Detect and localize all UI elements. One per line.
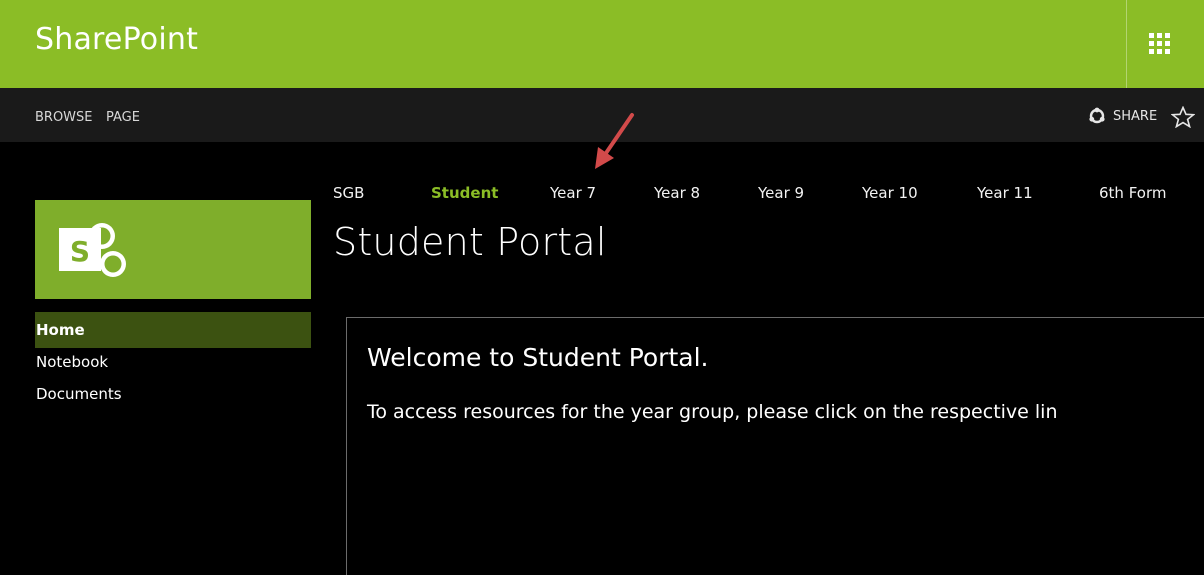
share-icon [1089, 107, 1105, 124]
left-nav-item-notebook[interactable]: Notebook [35, 344, 311, 380]
top-nav-year-7[interactable]: Year 7 [550, 184, 596, 202]
left-nav-label-notebook: Notebook [36, 353, 109, 371]
annotation-arrow-icon [595, 113, 634, 169]
top-nav-6th-form[interactable]: 6th Form [1099, 184, 1167, 202]
app-launcher-button[interactable] [1126, 0, 1204, 88]
page-title[interactable]: Student Portal [333, 220, 607, 264]
ribbon-tab-browse[interactable]: BROWSE [35, 110, 93, 125]
top-nav-year-10[interactable]: Year 10 [862, 184, 918, 202]
svg-text:S: S [70, 235, 90, 268]
page-body: S SGB Student Year 7 Year 8 Year 9 Year … [0, 142, 1204, 575]
content-web-part: Welcome to Student Portal. To access res… [346, 317, 1204, 575]
top-nav-year-9[interactable]: Year 9 [758, 184, 804, 202]
left-nav-item-home[interactable]: Home [35, 312, 311, 348]
top-nav-student[interactable]: Student [431, 184, 498, 202]
follow-button[interactable] [1170, 105, 1196, 132]
site-logo[interactable]: S [35, 200, 311, 299]
waffle-grid-icon [1149, 33, 1170, 54]
top-nav-sgb[interactable]: SGB [333, 184, 364, 202]
left-nav-label-home: Home [36, 321, 85, 339]
star-outline-icon [1170, 105, 1196, 129]
sharepoint-logo-icon: S [59, 223, 126, 277]
body-text: To access resources for the year group, … [367, 401, 1058, 423]
welcome-heading: Welcome to Student Portal. [367, 343, 709, 372]
left-nav-item-documents[interactable]: Documents [35, 376, 311, 412]
suite-brand[interactable]: SharePoint [35, 22, 198, 57]
suite-bar: SharePoint [0, 0, 1204, 88]
left-nav-label-documents: Documents [36, 385, 122, 403]
top-nav-year-8[interactable]: Year 8 [654, 184, 700, 202]
share-button[interactable]: SHARE [1087, 105, 1157, 127]
share-label: SHARE [1113, 108, 1158, 124]
ribbon-tab-page[interactable]: PAGE [106, 110, 140, 125]
top-nav-year-11[interactable]: Year 11 [977, 184, 1033, 202]
